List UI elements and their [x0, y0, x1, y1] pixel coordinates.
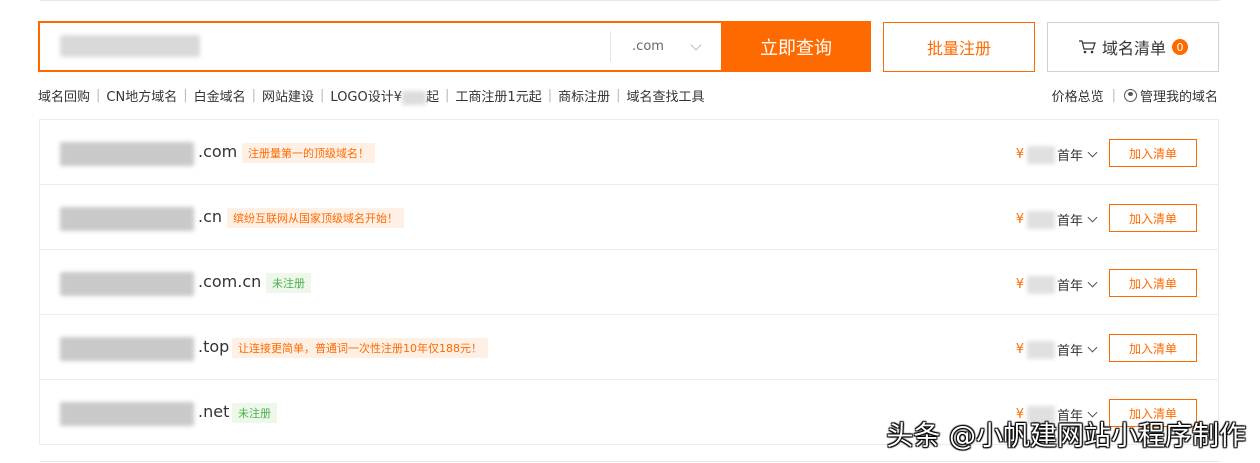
redacted-domain-name	[60, 207, 194, 231]
account-links: 价格总览 | 管理我的域名	[1052, 86, 1218, 105]
redacted-price	[1026, 275, 1055, 294]
domain-suffix: .com	[198, 142, 238, 161]
link-logo-design[interactable]: LOGO设计¥ 起	[330, 86, 439, 105]
result-row: .top 让连接更简单，普通词一次性注册10年仅188元！ ¥ 首年 加入清单	[40, 315, 1218, 380]
tld-select[interactable]: .com	[610, 31, 721, 62]
result-row: .com.cn 未注册 ¥ 首年 加入清单	[40, 250, 1218, 315]
chevron-down-icon	[1087, 342, 1098, 353]
price-overview-link[interactable]: 价格总览	[1052, 86, 1104, 105]
domain-cart-button[interactable]: 域名清单 0	[1047, 22, 1219, 72]
top-divider	[40, 0, 1220, 1]
link-business-registration[interactable]: 工商注册1元起	[455, 86, 541, 105]
quick-links-bar: 域名回购 | CN地方域名 | 白金域名 | 网站建设 | LOGO设计¥ 起 | 工商注册…	[38, 86, 705, 105]
link-trademark[interactable]: 商标注册	[558, 86, 610, 105]
result-row: .cn 缤纷互联网从国家顶级域名开始！ ¥ 首年 加入清单	[40, 185, 1218, 250]
domain-suffix: .net	[198, 402, 230, 421]
link-domain-buyback[interactable]: 域名回购	[38, 86, 90, 105]
chevron-down-icon	[1087, 277, 1098, 288]
add-to-list-button[interactable]: 加入清单	[1109, 204, 1197, 232]
tld-select-value: .com	[632, 39, 664, 54]
manage-domains-link[interactable]: 管理我的域名	[1123, 86, 1218, 105]
currency-symbol: ¥	[1015, 147, 1024, 162]
price-period-select[interactable]: ¥ 首年	[1015, 275, 1098, 294]
price-period-select[interactable]: ¥ 首年	[1015, 210, 1098, 229]
link-logo-design-label: LOGO设计¥	[330, 90, 403, 105]
link-logo-design-tail: 起	[426, 90, 440, 105]
price-period-select[interactable]: ¥ 首年	[1015, 340, 1098, 359]
link-separator: |	[1111, 88, 1116, 103]
cart-icon	[1078, 40, 1096, 54]
user-circle-icon	[1123, 89, 1137, 102]
promo-tag: 缤纷互联网从国家顶级域名开始！	[227, 208, 404, 228]
redacted-query	[60, 35, 200, 57]
cart-count-badge: 0	[1172, 39, 1188, 55]
redacted-domain-name	[60, 272, 194, 296]
status-tag: 未注册	[266, 273, 311, 293]
chevron-down-icon	[1087, 147, 1098, 158]
period-label: 首年	[1056, 344, 1083, 359]
link-separator: |	[183, 88, 188, 103]
add-to-list-button[interactable]: 加入清单	[1109, 334, 1197, 362]
chevron-down-icon	[690, 38, 702, 51]
link-platinum-domain[interactable]: 白金域名	[194, 86, 246, 105]
domain-suffix: .top	[198, 337, 230, 356]
period-label: 首年	[1056, 214, 1083, 229]
link-separator: |	[547, 88, 553, 103]
redacted-price	[1026, 145, 1055, 164]
status-tag: 未注册	[232, 403, 277, 423]
add-to-list-button[interactable]: 加入清单	[1109, 139, 1197, 167]
chevron-down-icon	[1087, 212, 1098, 223]
bulk-register-button[interactable]: 批量注册	[883, 22, 1035, 72]
link-separator: |	[320, 88, 325, 103]
redacted-price	[402, 90, 427, 105]
search-button[interactable]: 立即查询	[721, 21, 871, 72]
add-to-list-button[interactable]: 加入清单	[1109, 269, 1197, 297]
link-cn-regional[interactable]: CN地方域名	[106, 86, 177, 105]
redacted-domain-name	[60, 402, 194, 426]
domain-suffix: .cn	[198, 207, 223, 226]
period-label: 首年	[1056, 279, 1083, 294]
redacted-price	[1026, 340, 1055, 359]
redacted-price	[1026, 210, 1055, 229]
redacted-domain-name	[60, 337, 194, 361]
link-separator: |	[96, 88, 101, 103]
link-separator: |	[445, 88, 450, 103]
currency-symbol: ¥	[1015, 342, 1024, 357]
redacted-domain-name	[60, 142, 194, 166]
link-separator: |	[616, 88, 621, 103]
currency-symbol: ¥	[1015, 212, 1024, 227]
manage-domains-label: 管理我的域名	[1139, 90, 1218, 105]
price-period-select[interactable]: ¥ 首年	[1015, 145, 1098, 164]
link-separator: |	[251, 88, 257, 103]
domain-search-bar: .com 立即查询	[38, 21, 871, 72]
currency-symbol: ¥	[1015, 277, 1024, 292]
promo-tag: 让连接更简单，普通词一次性注册10年仅188元！	[232, 338, 488, 358]
search-results-list: .com 注册量第一的顶级域名！ ¥ 首年 加入清单 .cn 缤纷互联网从国家顶…	[39, 119, 1219, 445]
watermark: 头条 @小帆建网站小程序制作	[886, 421, 1246, 452]
link-website-build[interactable]: 网站建设	[262, 86, 314, 105]
bottom-divider	[40, 461, 1220, 462]
domain-suffix: .com.cn	[198, 272, 262, 291]
cart-label: 域名清单	[1101, 39, 1166, 58]
promo-tag: 注册量第一的顶级域名！	[242, 143, 375, 163]
result-row: .com 注册量第一的顶级域名！ ¥ 首年 加入清单	[40, 120, 1218, 185]
period-label: 首年	[1056, 149, 1083, 164]
link-domain-finder-tool[interactable]: 域名查找工具	[627, 86, 705, 105]
